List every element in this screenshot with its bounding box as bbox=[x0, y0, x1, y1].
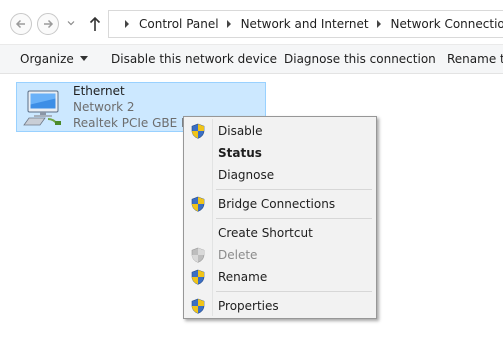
organize-label: Organize bbox=[20, 52, 74, 66]
breadcrumb-separator-icon[interactable] bbox=[123, 19, 131, 29]
forward-button[interactable] bbox=[37, 13, 59, 35]
disable-device-button[interactable]: Disable this network device bbox=[111, 45, 277, 75]
recent-locations-chevron-icon[interactable] bbox=[66, 18, 76, 28]
navigation-bar: Control Panel Network and Internet Netwo… bbox=[0, 0, 503, 44]
menu-separator bbox=[216, 291, 372, 292]
adapter-network: Network 2 bbox=[73, 100, 135, 114]
menu-item-properties[interactable]: Properties bbox=[186, 295, 374, 317]
menu-item-label: Bridge Connections bbox=[218, 197, 336, 211]
uac-shield-icon bbox=[191, 298, 205, 314]
menu-separator bbox=[216, 189, 372, 190]
back-button[interactable] bbox=[10, 13, 32, 35]
uac-shield-icon bbox=[191, 269, 205, 285]
breadcrumb-separator-icon[interactable] bbox=[225, 19, 233, 29]
uac-shield-icon bbox=[191, 247, 205, 263]
address-bar[interactable]: Control Panel Network and Internet Netwo… bbox=[108, 10, 503, 38]
command-bar: Organize Disable this network device Dia… bbox=[0, 44, 503, 74]
back-arrow-icon bbox=[15, 19, 25, 29]
menu-item-status[interactable]: Status bbox=[186, 142, 374, 164]
menu-item-disable[interactable]: Disable bbox=[186, 120, 374, 142]
menu-item-label: Properties bbox=[218, 299, 279, 313]
menu-item-label: Delete bbox=[218, 248, 258, 262]
menu-item-rename[interactable]: Rename bbox=[186, 266, 374, 288]
menu-item-label: Create Shortcut bbox=[218, 226, 313, 240]
uac-shield-icon bbox=[191, 196, 205, 212]
dropdown-caret-icon bbox=[79, 56, 88, 61]
rename-connection-button[interactable]: Rename th bbox=[447, 45, 503, 75]
context-menu: Disable Status Diagnose Bridge Connectio… bbox=[183, 116, 377, 319]
menu-item-create-shortcut[interactable]: Create Shortcut bbox=[186, 222, 374, 244]
organize-button[interactable]: Organize bbox=[20, 45, 88, 75]
menu-item-label: Status bbox=[218, 146, 262, 160]
menu-item-label: Diagnose bbox=[218, 168, 275, 182]
breadcrumb-network-and-internet[interactable]: Network and Internet bbox=[241, 17, 369, 31]
menu-item-label: Disable bbox=[218, 124, 263, 138]
menu-item-label: Rename bbox=[218, 270, 268, 284]
up-button[interactable] bbox=[85, 12, 105, 36]
up-arrow-icon bbox=[89, 16, 101, 31]
forward-arrow-icon bbox=[44, 19, 54, 29]
diagnose-connection-button[interactable]: Diagnose this connection bbox=[284, 45, 436, 75]
network-adapter-icon bbox=[23, 90, 61, 126]
adapter-name: Ethernet bbox=[73, 84, 125, 98]
menu-separator bbox=[216, 218, 372, 219]
breadcrumb-network-connections[interactable]: Network Connections bbox=[391, 17, 503, 31]
breadcrumb: Control Panel Network and Internet Netwo… bbox=[117, 17, 503, 31]
uac-shield-icon bbox=[191, 123, 205, 139]
breadcrumb-separator-icon[interactable] bbox=[375, 19, 383, 29]
menu-item-diagnose[interactable]: Diagnose bbox=[186, 164, 374, 186]
menu-item-delete: Delete bbox=[186, 244, 374, 266]
breadcrumb-control-panel[interactable]: Control Panel bbox=[139, 17, 219, 31]
menu-item-bridge-connections[interactable]: Bridge Connections bbox=[186, 193, 374, 215]
